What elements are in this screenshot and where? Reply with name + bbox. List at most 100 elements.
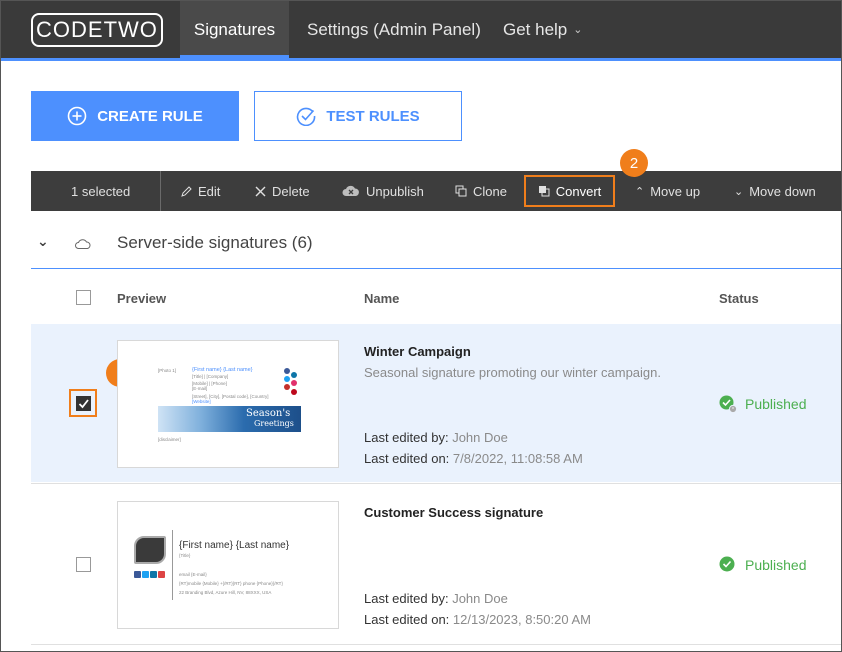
unpublish-button[interactable]: Unpublish bbox=[342, 171, 424, 211]
create-rule-button[interactable]: CREATE RULE bbox=[31, 91, 239, 141]
last-edited-on-value: 7/8/2022, 11:08:58 AM bbox=[452, 451, 583, 466]
pinterest-icon bbox=[291, 389, 297, 395]
nav-signatures[interactable]: Signatures bbox=[180, 1, 289, 58]
last-edited-by: Last edited by: John Doe bbox=[364, 430, 508, 445]
unpublish-label: Unpublish bbox=[366, 183, 424, 199]
selection-toolbar: 1 selected Edit Delete Unpublish Clone C… bbox=[31, 171, 841, 211]
twitter-icon bbox=[142, 571, 149, 578]
last-edited-by-value: John Doe bbox=[452, 591, 508, 606]
selected-count: 1 selected bbox=[71, 171, 130, 211]
banner-line-2: Greetings bbox=[254, 419, 294, 428]
convert-label: Convert bbox=[555, 183, 602, 199]
preview-email: [E-mail] bbox=[192, 386, 208, 391]
row-divider bbox=[31, 483, 841, 484]
move-up-button[interactable]: ⌃ Move up bbox=[635, 171, 700, 211]
move-down-button[interactable]: ⌄ Move down bbox=[734, 171, 816, 211]
facebook-icon bbox=[134, 571, 141, 578]
last-edited-by-label: Last edited by: bbox=[364, 591, 449, 606]
convert-button[interactable]: Convert bbox=[524, 175, 615, 207]
column-header-preview: Preview bbox=[117, 291, 167, 306]
facebook-icon bbox=[284, 368, 290, 374]
clone-button[interactable]: Clone bbox=[455, 171, 507, 211]
preview-name: {First name} {Last name} bbox=[192, 367, 253, 373]
google-plus-icon bbox=[158, 571, 165, 578]
chevron-down-icon: ⌄ bbox=[734, 185, 744, 198]
row-checkbox[interactable] bbox=[76, 557, 91, 572]
preview-disclaimer: [disclaimer] bbox=[158, 437, 181, 442]
last-edited-by-label: Last edited by: bbox=[364, 430, 449, 445]
preview-title: [Title] | [Company] bbox=[192, 374, 229, 379]
nav-signatures-label: Signatures bbox=[193, 19, 276, 39]
nav-settings[interactable]: Settings (Admin Panel) bbox=[291, 1, 497, 58]
last-edited-on-label: Last edited on: bbox=[364, 451, 450, 466]
delete-button[interactable]: Delete bbox=[255, 171, 310, 211]
preview-divider bbox=[172, 530, 173, 600]
status-label: Published bbox=[745, 557, 807, 573]
row-divider bbox=[31, 644, 841, 645]
app-window: CODETWO Signatures Settings (Admin Panel… bbox=[0, 0, 842, 652]
create-rule-label: CREATE RULE bbox=[97, 107, 203, 125]
youtube-icon bbox=[284, 384, 290, 390]
signature-name[interactable]: Winter Campaign bbox=[364, 344, 471, 359]
last-edited-by: Last edited by: John Doe bbox=[364, 591, 508, 606]
selected-count-label: 1 selected bbox=[71, 183, 131, 199]
nav-settings-label: Settings (Admin Panel) bbox=[307, 19, 481, 39]
preview-line-3: 22 Branding Blvd, Azure Hill, NV, 88XXX,… bbox=[179, 590, 272, 595]
edit-label: Edit bbox=[198, 183, 221, 199]
status-badge: Published bbox=[719, 556, 807, 574]
column-header-status[interactable]: Status bbox=[719, 291, 759, 306]
test-rules-button[interactable]: TEST RULES bbox=[254, 91, 462, 141]
last-edited-on: Last edited on: 12/13/2023, 8:50:20 AM bbox=[364, 612, 591, 627]
close-icon bbox=[255, 186, 266, 196]
linkedin-icon bbox=[291, 372, 297, 378]
nav-get-help[interactable]: Get help ⌄ bbox=[487, 1, 598, 58]
clone-label: Clone bbox=[473, 183, 507, 199]
clone-icon bbox=[455, 185, 467, 197]
published-check-icon bbox=[719, 556, 735, 572]
check-circle-icon bbox=[297, 107, 316, 126]
preview-line-1: email {E-mail} bbox=[179, 572, 207, 577]
avatar bbox=[134, 536, 166, 564]
top-navigation-bar: CODETWO Signatures Settings (Admin Panel… bbox=[1, 1, 841, 58]
checkmark-icon bbox=[78, 399, 89, 409]
chevron-down-icon[interactable]: ⌄ bbox=[37, 233, 49, 250]
nav-get-help-label: Get help bbox=[503, 19, 568, 39]
last-edited-by-value: John Doe bbox=[452, 430, 508, 445]
preview-name: {First name} {Last name} bbox=[179, 540, 290, 551]
last-edited-on: Last edited on: 7/8/2022, 11:08:58 AM bbox=[364, 451, 583, 466]
twitter-icon bbox=[284, 376, 290, 382]
last-edited-on-value: 12/13/2023, 8:50:20 AM bbox=[452, 612, 591, 627]
group-header-server-side[interactable]: ⌄ Server-side signatures (6) bbox=[31, 221, 841, 269]
plus-circle-icon bbox=[67, 106, 87, 126]
move-down-label: Move down bbox=[749, 183, 816, 199]
chevron-down-icon: ⌄ bbox=[573, 24, 583, 36]
select-all-checkbox[interactable] bbox=[76, 290, 91, 305]
convert-icon bbox=[538, 186, 550, 197]
preview-photo: [Photo 1] bbox=[158, 368, 177, 373]
group-title: Server-side signatures (6) bbox=[117, 233, 313, 252]
codetwo-logo[interactable]: CODETWO bbox=[31, 13, 163, 47]
banner-line-1: Season's bbox=[246, 408, 291, 419]
preview-title: {Title} bbox=[179, 553, 191, 558]
signature-name[interactable]: Customer Success signature bbox=[364, 505, 543, 520]
callout-badge-2: 2 bbox=[620, 149, 648, 177]
preview-website: [Website] bbox=[192, 399, 211, 404]
preview-line-2: {RT}mobile {Mobile} +{/RT}{RT} phone {Ph… bbox=[179, 581, 283, 586]
cloud-remove-icon bbox=[342, 185, 359, 196]
row-checkbox-checked[interactable] bbox=[76, 396, 91, 411]
instagram-icon bbox=[291, 380, 297, 386]
move-up-label: Move up bbox=[650, 183, 701, 199]
published-clock-icon bbox=[719, 395, 737, 413]
signature-description: Seasonal signature promoting our winter … bbox=[364, 365, 662, 380]
status-badge: Published bbox=[719, 395, 807, 413]
signature-preview-customer-success[interactable]: {First name} {Last name} {Title} email {… bbox=[117, 501, 339, 629]
delete-label: Delete bbox=[272, 183, 310, 199]
edit-button[interactable]: Edit bbox=[181, 171, 220, 211]
column-header-name[interactable]: Name bbox=[364, 291, 399, 306]
season-greetings-banner: Season's Greetings bbox=[158, 406, 301, 432]
test-rules-label: TEST RULES bbox=[326, 107, 420, 125]
toolbar-divider bbox=[160, 171, 161, 211]
cloud-icon bbox=[75, 239, 91, 249]
linkedin-icon bbox=[150, 571, 157, 578]
signature-preview-winter[interactable]: [Photo 1] {First name} {Last name} [Titl… bbox=[117, 340, 339, 468]
